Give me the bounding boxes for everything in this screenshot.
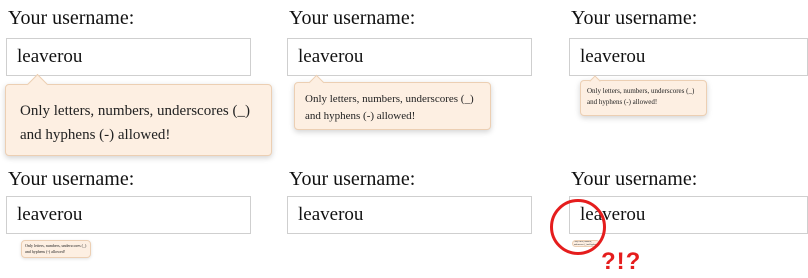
annotation-text: ?!?	[601, 248, 642, 275]
tooltip-text: Only letters, numbers, underscores (_) a…	[20, 103, 250, 143]
tooltip-arrow	[589, 75, 601, 87]
username-input[interactable]: leaverou	[6, 196, 251, 234]
validation-tooltip: Only letters, numbers, underscores (_) a…	[5, 73, 272, 156]
username-label: Your username:	[8, 168, 135, 190]
username-label: Your username:	[571, 168, 698, 190]
username-label: Your username:	[289, 168, 416, 190]
tooltip-text: Only letters, numbers, underscores (_) a…	[587, 87, 695, 106]
tooltip-arrow	[26, 73, 49, 96]
username-input[interactable]: leaverou	[569, 38, 808, 76]
validation-tooltip: Only letters, numbers, underscores (_) a…	[580, 75, 707, 116]
username-label: Your username:	[8, 7, 135, 29]
validation-tooltip: Only letters, numbers, underscores (_) a…	[294, 74, 491, 130]
tooltip-arrow	[308, 74, 325, 91]
highlight-circle	[550, 199, 606, 255]
username-input[interactable]: leaverou	[287, 38, 532, 76]
username-input[interactable]: leaverou	[6, 38, 251, 76]
username-input[interactable]: leaverou	[287, 196, 532, 234]
tooltip-text: Only letters, numbers, underscores (_) a…	[305, 93, 474, 122]
username-label: Your username:	[289, 7, 416, 29]
validation-tooltip: Only letters, numbers, underscores (_) a…	[21, 240, 91, 258]
username-label: Your username:	[571, 7, 698, 29]
tooltip-text: Only letters, numbers, underscores (_) a…	[25, 243, 87, 254]
